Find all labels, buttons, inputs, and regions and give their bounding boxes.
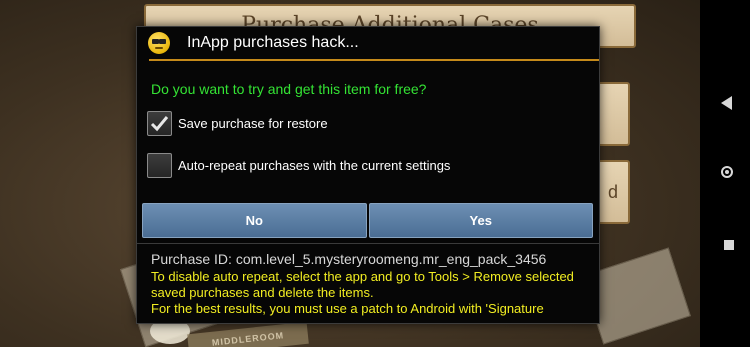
background-side-button-1 (596, 82, 630, 146)
option-auto-repeat[interactable]: Auto-repeat purchases with the current s… (147, 151, 450, 179)
auto-repeat-label: Auto-repeat purchases with the current s… (178, 157, 451, 173)
dialog-title: InApp purchases hack... (187, 34, 359, 51)
save-purchase-label: Save purchase for restore (178, 115, 328, 131)
auto-repeat-info-text: To disable auto repeat, select the app a… (151, 269, 574, 300)
patch-info-text: For the best results, you must use a pat… (151, 301, 544, 316)
dialog-header-divider (149, 59, 599, 61)
dialog-question: Do you want to try and get this item for… (151, 81, 427, 97)
android-nav-bar (700, 0, 750, 347)
recents-square-icon[interactable] (724, 240, 734, 250)
dialog-header: InApp purchases hack... (137, 27, 599, 59)
checkmark-icon (150, 115, 169, 131)
option-save-purchase[interactable]: Save purchase for restore (147, 109, 328, 137)
save-purchase-checkbox[interactable] (147, 110, 172, 136)
purchase-id-text: Purchase ID: com.level_5.mysteryroomeng.… (151, 251, 547, 267)
back-triangle-icon[interactable] (721, 96, 732, 110)
no-button[interactable]: No (142, 203, 367, 238)
auto-repeat-checkbox[interactable] (147, 152, 172, 178)
yes-button[interactable]: Yes (368, 203, 593, 238)
home-circle-icon[interactable] (721, 166, 733, 178)
dialog-button-row: No Yes (142, 203, 593, 238)
sunglasses-emoji-icon (148, 32, 170, 54)
inapp-hack-dialog: InApp purchases hack... Do you want to t… (136, 26, 600, 324)
background-side-button-2: d (596, 160, 630, 224)
background-side-glyph: d (607, 181, 618, 202)
dialog-footer-divider (137, 243, 599, 244)
